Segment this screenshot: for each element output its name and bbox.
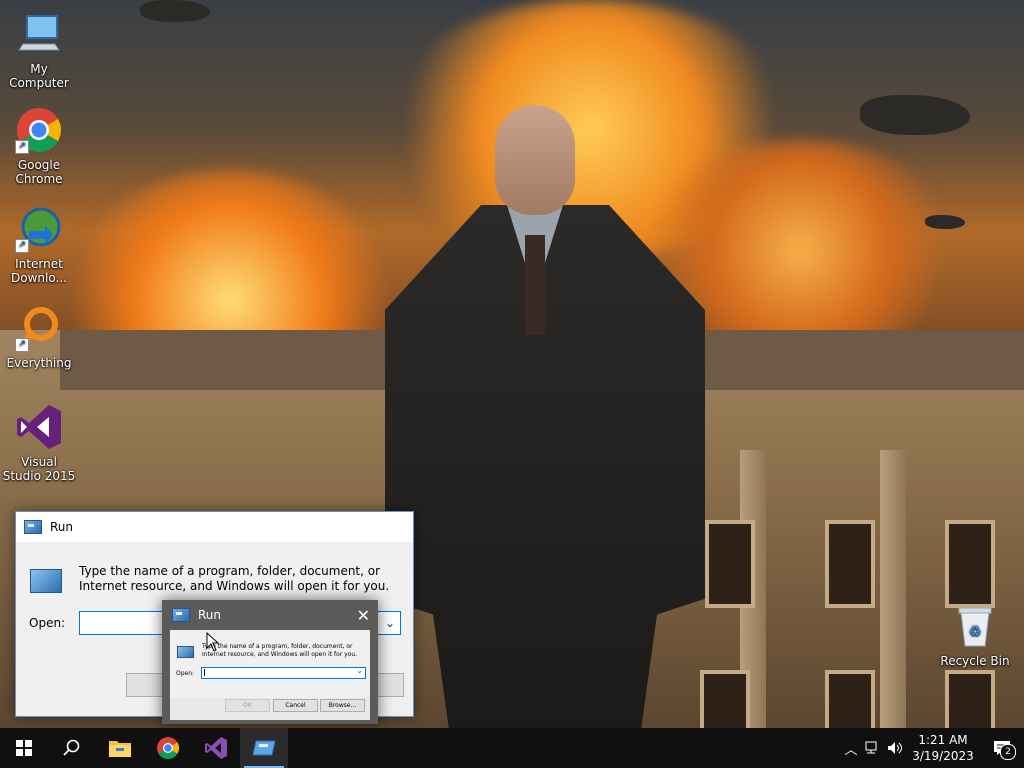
run-dialog-description: Type the name of a program, folder, docu…	[79, 564, 390, 593]
mouse-pointer-icon	[206, 632, 220, 652]
shortcut-arrow-icon: ↗	[15, 140, 29, 154]
svg-text:♻: ♻	[969, 624, 982, 640]
run-icon	[252, 740, 276, 756]
action-center-button[interactable]: 2	[980, 728, 1024, 768]
search-icon	[63, 739, 80, 756]
recycle-bin-icon: ♻	[951, 602, 999, 650]
open-label: Open:	[176, 670, 195, 677]
search-button[interactable]	[48, 728, 96, 768]
desktop-icon-label: Internet Downlo...	[11, 257, 67, 285]
run-dialog-small-description: Type the name of a program, folder, docu…	[202, 643, 358, 658]
helicopter	[925, 215, 965, 229]
network-icon[interactable]	[862, 728, 884, 768]
close-icon[interactable]: ✕	[357, 606, 370, 625]
visual-studio-icon	[205, 737, 227, 759]
run-dialog-titlebar[interactable]: Run	[16, 512, 413, 542]
clock-time: 1:21 AM	[918, 733, 968, 747]
windows-start-icon	[16, 740, 32, 756]
chrome-icon	[157, 737, 179, 759]
taskbar-visual-studio[interactable]	[192, 728, 240, 768]
browse-button[interactable]: Browse...	[320, 699, 365, 712]
desktop-icon-everything[interactable]: ↗ Everything	[1, 304, 77, 370]
chevron-down-icon[interactable]: ⌄	[356, 666, 363, 675]
desktop-icon-label: My Computer	[9, 62, 69, 90]
chrome-icon: ↗	[15, 106, 63, 154]
desktop-icon-google-chrome[interactable]: ↗ Google Chrome	[1, 106, 77, 186]
run-icon	[172, 608, 190, 622]
taskbar-chrome[interactable]	[144, 728, 192, 768]
open-combobox[interactable]: ⌄	[201, 666, 366, 679]
desktop-icon-label: Visual Studio 2015	[2, 455, 76, 483]
shortcut-arrow-icon: ↗	[15, 239, 29, 253]
run-large-icon	[30, 569, 62, 593]
clock[interactable]: 1:21 AM 3/19/2023	[906, 732, 980, 764]
run-icon	[24, 520, 42, 534]
cancel-button[interactable]: Cancel	[273, 699, 318, 712]
ok-button[interactable]: OK	[225, 699, 270, 712]
everything-search-icon: ↗	[15, 304, 63, 352]
desktop-icon-label: Everything	[6, 356, 72, 370]
taskbar-file-explorer[interactable]	[96, 728, 144, 768]
visual-studio-icon	[15, 403, 63, 451]
desktop-icon-visual-studio-2015[interactable]: Visual Studio 2015	[1, 403, 77, 483]
start-button[interactable]	[0, 728, 48, 768]
run-dialog-title: Run	[50, 520, 74, 534]
file-explorer-icon	[109, 741, 131, 757]
notification-count-badge: 2	[1000, 744, 1016, 760]
desktop-icon-internet-download-manager[interactable]: ↗ Internet Downlo...	[1, 205, 77, 285]
run-dialog-small-body: Type the name of a program, folder, docu…	[170, 630, 370, 720]
desktop-icon-label: Google Chrome	[15, 158, 63, 186]
person-figure	[385, 105, 705, 728]
run-dialog-small-titlebar[interactable]: Run ✕	[162, 600, 378, 630]
shortcut-arrow-icon: ↗	[15, 338, 29, 352]
run-large-icon	[177, 646, 194, 658]
taskbar-run[interactable]	[240, 728, 288, 768]
helicopter	[140, 0, 210, 22]
helicopter	[860, 95, 970, 135]
desktop-icon-label: Recycle Bin	[940, 654, 1010, 668]
taskbar: ︿ 1:21 AM 3/19/2023 2	[0, 728, 1024, 768]
run-dialog-small[interactable]: Run ✕ Type the name of a program, folder…	[162, 600, 378, 724]
computer-icon	[15, 10, 63, 58]
internet-download-manager-icon: ↗	[15, 205, 63, 253]
show-hidden-icons-chevron-up-icon[interactable]: ︿	[840, 728, 862, 768]
system-tray: ︿ 1:21 AM 3/19/2023 2	[840, 728, 1024, 768]
run-dialog-small-title: Run	[198, 608, 222, 622]
clock-date: 3/19/2023	[912, 749, 974, 763]
desktop-icon-my-computer[interactable]: My Computer	[1, 10, 77, 90]
chevron-down-icon[interactable]: ⌄	[380, 612, 400, 634]
volume-icon[interactable]	[884, 728, 906, 768]
desktop-icon-recycle-bin[interactable]: ♻ Recycle Bin	[937, 602, 1013, 668]
text-cursor	[204, 669, 205, 676]
open-label: Open:	[29, 616, 66, 630]
